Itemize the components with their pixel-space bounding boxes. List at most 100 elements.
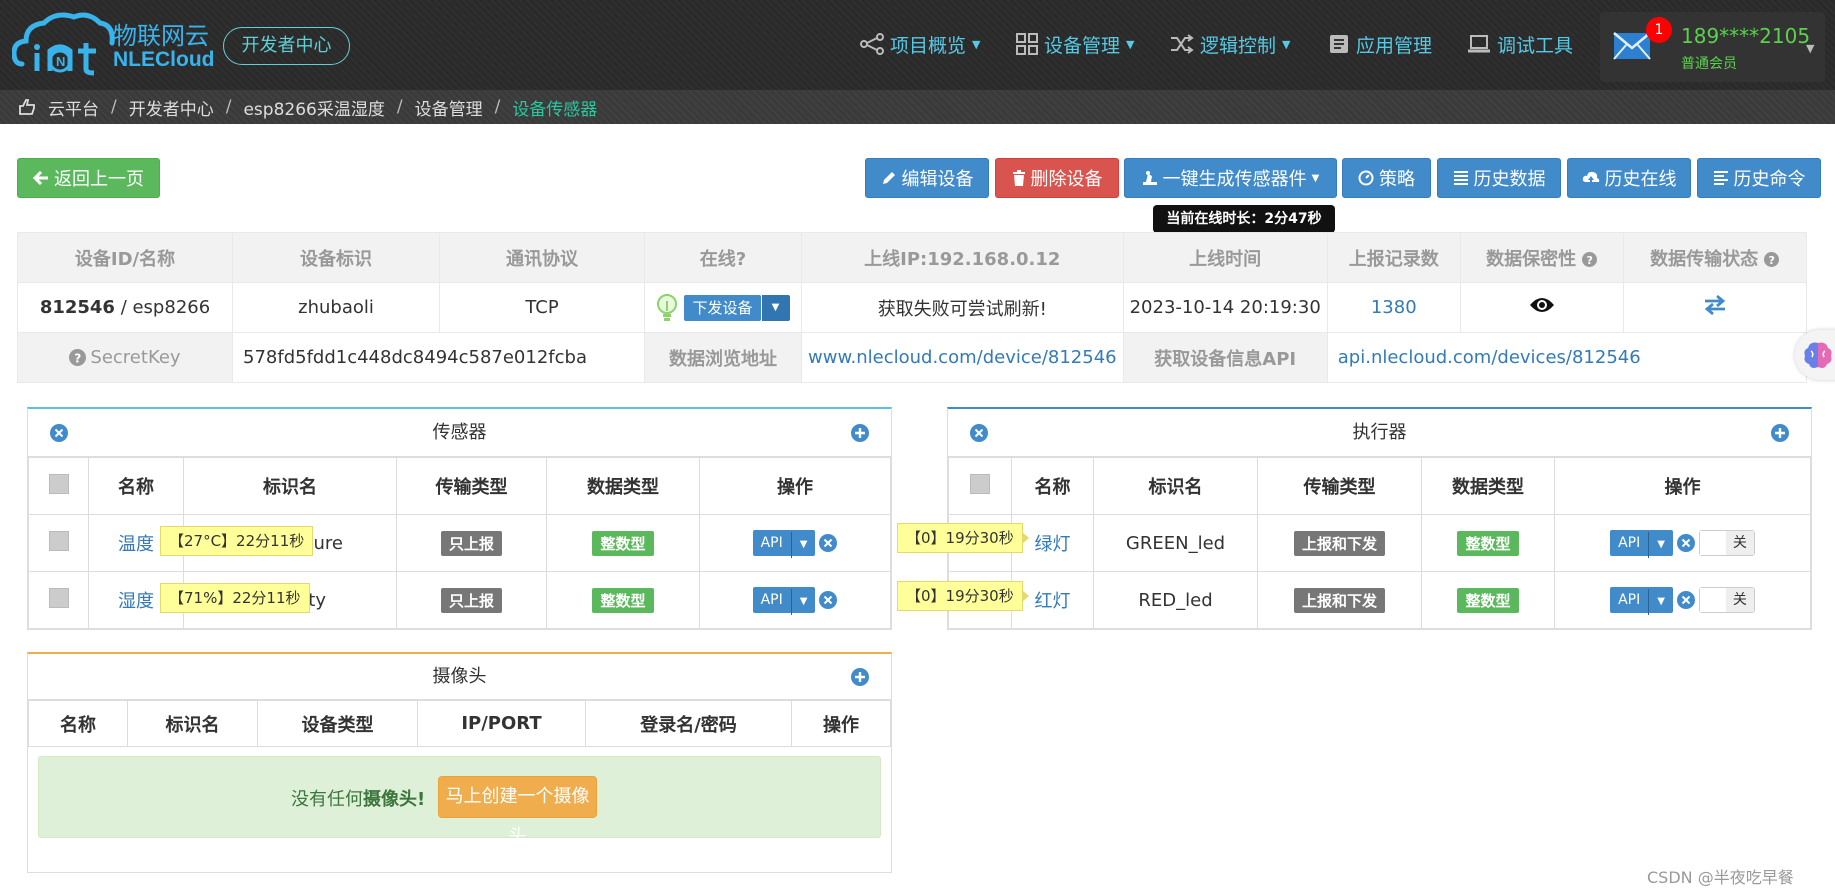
api-dropdown[interactable]: API ▼	[1610, 587, 1673, 615]
nav-label: 调试工具	[1497, 34, 1574, 57]
remove-circle-icon[interactable]	[819, 534, 838, 552]
trash-icon	[1012, 170, 1025, 186]
caret-down-icon[interactable]: ▼	[1806, 42, 1814, 55]
actuators-title: 执行器	[1352, 422, 1407, 443]
list-icon	[1453, 171, 1468, 185]
sensors-panel-header: 传感器	[28, 409, 891, 457]
svg-text:?: ?	[1587, 254, 1593, 267]
header-cell: 上报记录数	[1326, 232, 1461, 283]
no-camera-text: 没有任何摄像头!	[291, 785, 425, 811]
browse-url-link[interactable]: www.nlecloud.com/device/812546	[801, 332, 1124, 383]
breadcrumb: 云平台 / 开发者中心 / esp8266采温湿度 / 设备管理 / 设备传感器	[0, 90, 1835, 124]
breadcrumb-item-dev-center[interactable]: 开发者中心	[129, 95, 214, 120]
table-header-row: 名称 标识名 传输类型 数据类型 操作	[28, 457, 891, 515]
nav-device-management[interactable]: 设备管理 ▼	[1016, 26, 1134, 62]
table-row: 红灯 RED_led 上报和下发 整数型 API ▼ 关	[948, 571, 1811, 629]
device-id-name: 812546 / esp8266	[17, 282, 233, 333]
question-circle-icon[interactable]: ?	[69, 349, 87, 366]
actuator-ident: GREEN_led	[1093, 514, 1258, 572]
select-all-checkbox[interactable]	[970, 473, 990, 494]
share-nodes-icon	[860, 33, 884, 55]
remove-circle-icon[interactable]	[1676, 534, 1695, 552]
back-button-label: 返回上一页	[54, 169, 144, 190]
select-all-checkbox[interactable]	[48, 473, 69, 494]
history-data-button[interactable]: 历史数据	[1437, 158, 1561, 198]
header-cell: 在线?	[644, 232, 802, 283]
table-row: ? SecretKey 578fd5fdd1c448dc8494c587e012f…	[17, 332, 1807, 383]
remove-circle-icon[interactable]	[819, 591, 838, 609]
record-count-link[interactable]: 1380	[1326, 282, 1461, 333]
device-name: esp8266	[132, 297, 211, 318]
header-cell: 传输类型	[1257, 457, 1422, 515]
api-label: API	[760, 592, 783, 608]
caret-down-icon[interactable]: ▼	[761, 294, 790, 321]
eye-icon[interactable]	[1529, 296, 1555, 314]
generate-sensors-dropdown[interactable]: 一键生成传感器件 ▼	[1124, 158, 1337, 198]
breadcrumb-separator: /	[494, 97, 501, 117]
svg-text:N: N	[56, 54, 65, 69]
lightbulb-icon	[657, 293, 678, 321]
collapse-circle-icon[interactable]	[970, 424, 988, 442]
question-circle-icon[interactable]: ?	[1764, 251, 1780, 267]
add-circle-icon[interactable]	[851, 668, 869, 686]
edit-device-button[interactable]: 编辑设备	[865, 158, 989, 198]
logo-text-cn: 物联网云	[113, 22, 209, 50]
delete-device-button[interactable]: 删除设备	[995, 158, 1119, 198]
header-cell: 标识名	[1093, 457, 1258, 515]
add-circle-icon[interactable]	[851, 424, 869, 442]
actuators-panel-header: 执行器	[948, 409, 1811, 457]
nav-label: 项目概览	[890, 34, 967, 57]
hand-pointer-icon	[19, 99, 35, 115]
collapse-circle-icon[interactable]	[50, 424, 68, 442]
breadcrumb-item-project[interactable]: esp8266采温湿度	[243, 95, 384, 120]
actions-cell: API ▼	[699, 514, 891, 572]
header-cell: 操作	[791, 700, 891, 747]
breadcrumb-current: 设备传感器	[512, 99, 598, 120]
device-id: 812546	[39, 297, 115, 318]
back-button[interactable]: 返回上一页	[17, 158, 160, 198]
nav-app-management[interactable]: 应用管理	[1328, 26, 1432, 62]
nav-project-overview[interactable]: 项目概览 ▼	[860, 26, 980, 62]
table-row: 812546 / esp8266 zhubaoli TCP 下发设备 ▼ 获取失败…	[17, 282, 1807, 333]
switch-toggle[interactable]: 关	[1698, 587, 1755, 613]
transfer-cell	[1622, 282, 1807, 333]
row-checkbox[interactable]	[48, 530, 69, 551]
question-circle-icon[interactable]: ?	[1582, 251, 1598, 267]
send-device-button[interactable]: 下发设备	[684, 294, 761, 321]
api-label: API	[1618, 535, 1641, 551]
cloud-upload-icon	[1582, 171, 1599, 185]
header-cell: 上线IP:192.168.0.12	[801, 232, 1124, 283]
ip-message: 获取失败可尝试刷新!	[801, 282, 1124, 333]
create-camera-button[interactable]: 马上创建一个摄像头	[438, 776, 597, 847]
history-command-button[interactable]: 历史命令	[1697, 158, 1821, 198]
switch-toggle[interactable]: 关	[1698, 530, 1755, 556]
header-cell: 通讯协议	[439, 232, 645, 283]
table-header-row: 设备ID/名称 设备标识 通讯协议 在线? 上线IP:192.168.0.12 …	[17, 232, 1807, 283]
actuators-table: 名称 标识名 传输类型 数据类型 操作 绿灯 GREEN_led 上报和下发 整…	[948, 457, 1811, 629]
breadcrumb-item-cloud[interactable]: 云平台	[48, 95, 99, 120]
nav-logic-control[interactable]: 逻辑控制 ▼	[1170, 26, 1290, 62]
row-checkbox[interactable]	[48, 587, 69, 608]
remove-circle-icon[interactable]	[1676, 591, 1695, 609]
robot-icon	[1142, 171, 1157, 185]
toggle-off-label: 关	[1725, 531, 1754, 555]
nav-label: 逻辑控制	[1200, 34, 1277, 57]
browse-url-label: 数据浏览地址	[644, 332, 802, 383]
header-cell: 传输类型	[396, 457, 547, 515]
device-protocol: TCP	[439, 282, 645, 333]
exchange-arrows-icon[interactable]	[1703, 294, 1727, 316]
api-dropdown[interactable]: API ▼	[752, 587, 816, 615]
shuffle-icon	[1171, 34, 1194, 54]
device-api-link[interactable]: api.nlecloud.com/devices/812546	[1326, 332, 1807, 383]
developer-center-button[interactable]: 开发者中心	[223, 27, 350, 65]
breadcrumb-item-device-mgmt[interactable]: 设备管理	[415, 95, 483, 120]
add-circle-icon[interactable]	[1771, 424, 1789, 442]
api-dropdown[interactable]: API ▼	[752, 530, 816, 558]
mail-icon[interactable]	[1613, 32, 1651, 60]
user-phone[interactable]: 189****2105	[1681, 24, 1810, 48]
history-online-button[interactable]: 历史在线	[1567, 158, 1691, 198]
api-dropdown[interactable]: API ▼	[1610, 530, 1673, 558]
nav-debug-tools[interactable]: 调试工具	[1467, 26, 1573, 62]
strategy-button[interactable]: 策略	[1342, 158, 1431, 198]
mail-count-badge: 1	[1646, 17, 1672, 43]
